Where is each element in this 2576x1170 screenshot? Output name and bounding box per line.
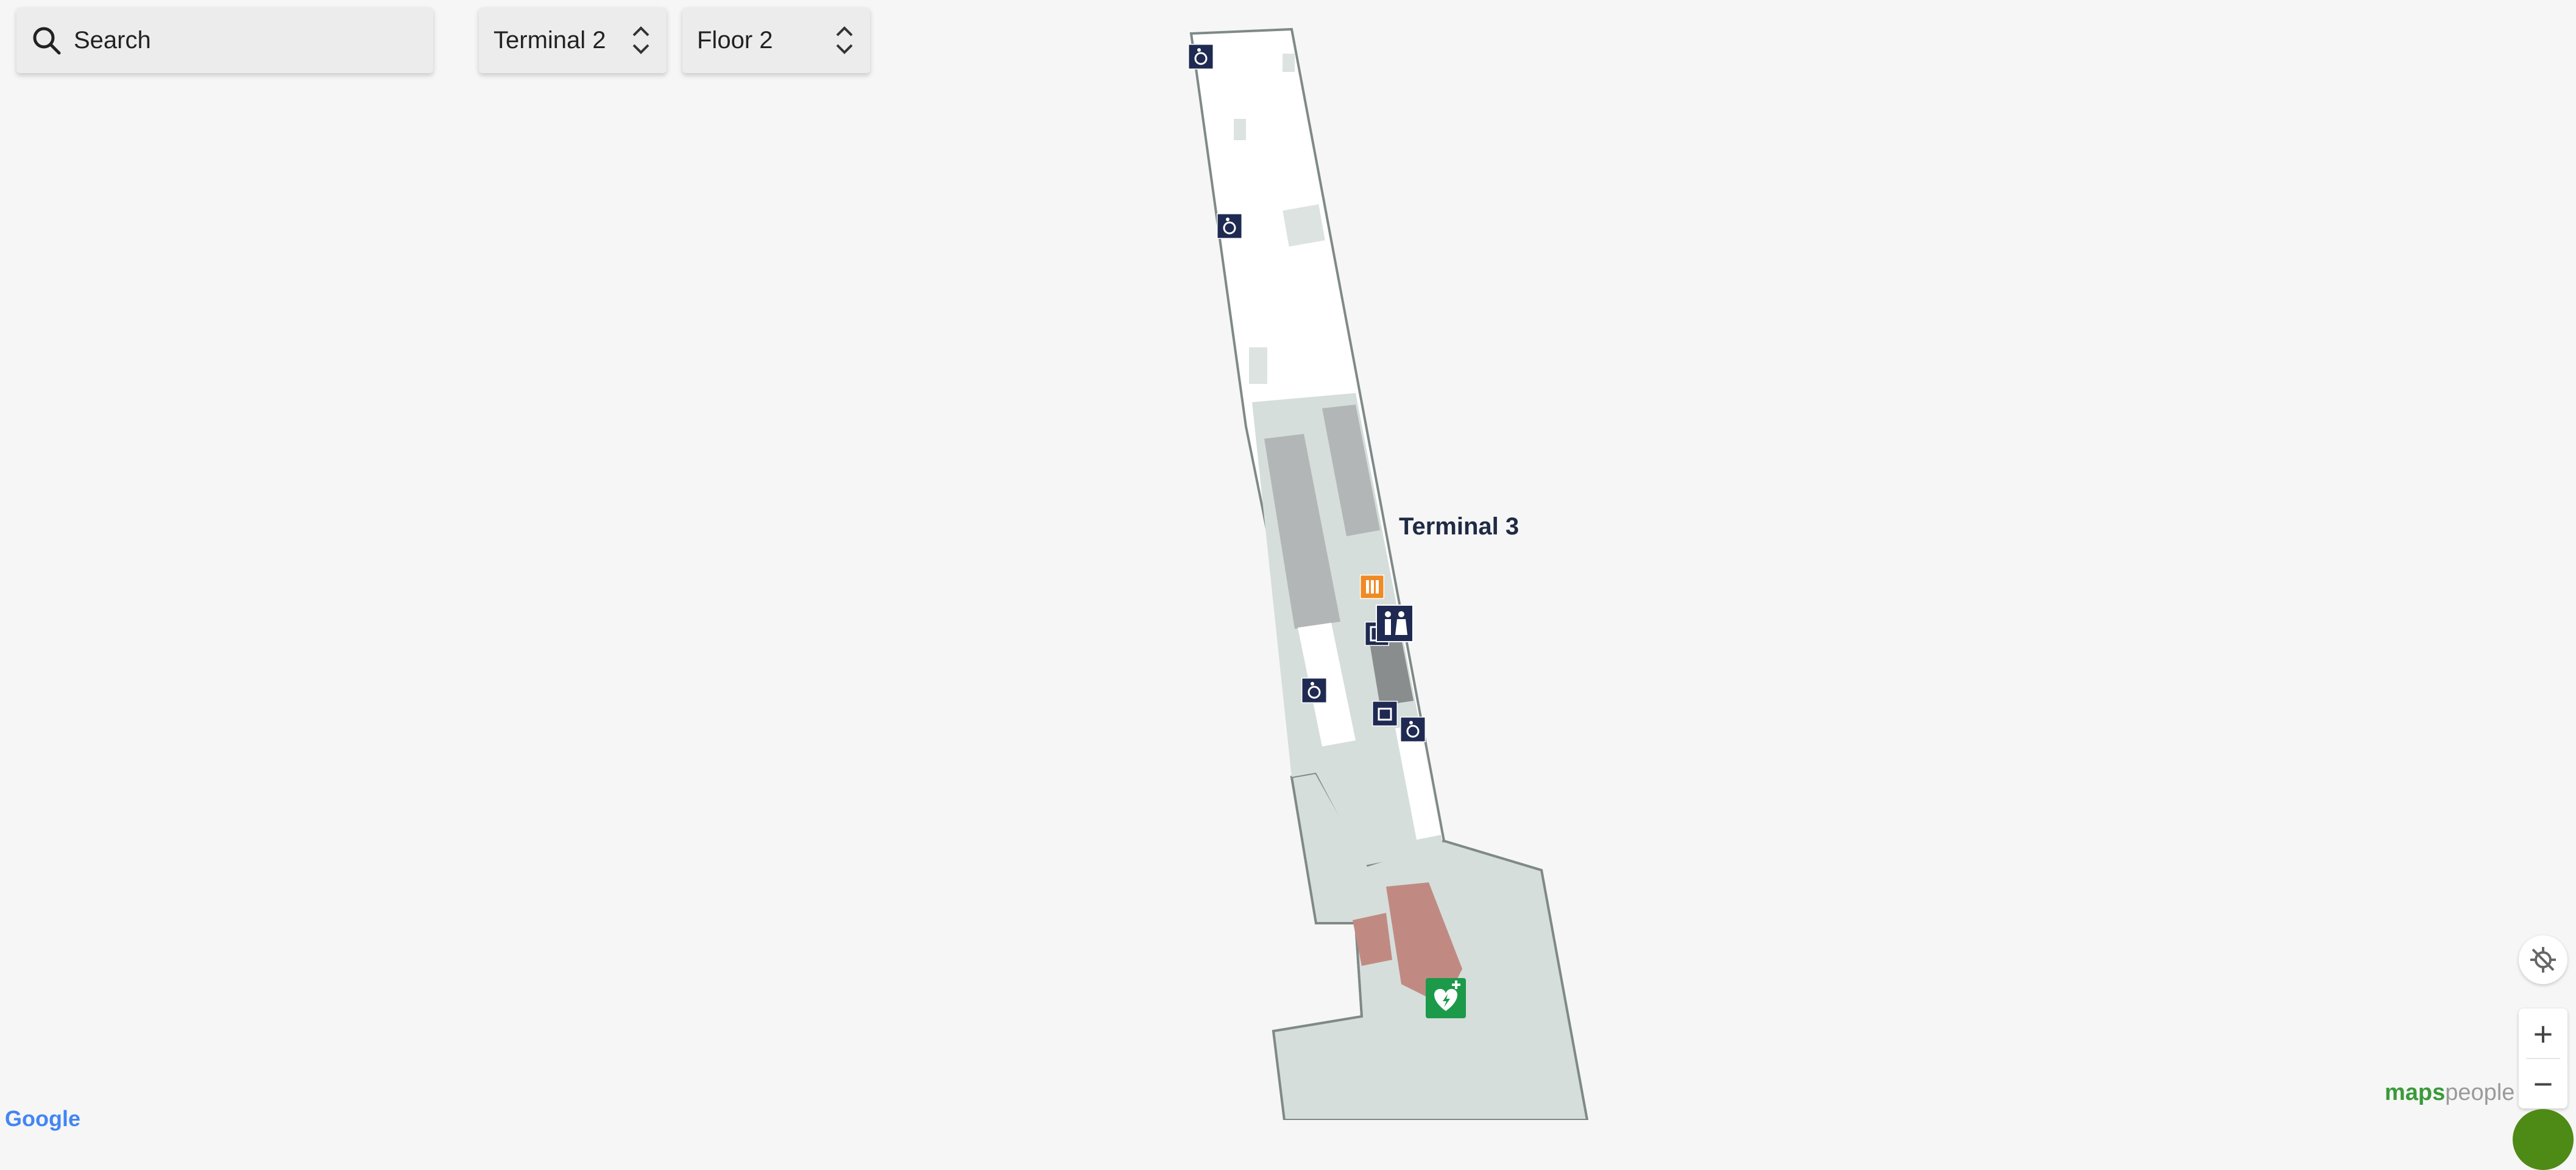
wheelchair-icon[interactable] (1400, 717, 1426, 742)
chevron-up-down-icon (632, 26, 649, 54)
zoom-out-button[interactable]: − (2519, 1058, 2567, 1108)
zoom-in-button[interactable]: + (2519, 1009, 2567, 1058)
luggage-icon[interactable] (1372, 701, 1398, 726)
building-selector[interactable]: Terminal 2 (479, 7, 667, 73)
room-detail (1249, 347, 1267, 384)
room-detail (1234, 119, 1246, 140)
wheelchair-icon[interactable] (1217, 213, 1242, 239)
location-off-icon (2530, 947, 2556, 973)
room-detail (1283, 204, 1325, 247)
restroom-icon[interactable] (1376, 604, 1414, 642)
search-bar[interactable] (16, 7, 433, 73)
aed-icon[interactable] (1426, 978, 1466, 1018)
zoom-control: + − (2519, 1009, 2567, 1108)
floor-selector[interactable]: Floor 2 (682, 7, 870, 73)
chevron-up-down-icon (836, 26, 853, 54)
google-logo: Google (5, 1106, 80, 1131)
terminal-label[interactable]: Terminal 3 (1399, 513, 1519, 541)
recenter-button[interactable] (2519, 935, 2567, 984)
floor-plan (1189, 27, 1589, 1121)
building-selected: Terminal 2 (494, 26, 606, 54)
search-icon (33, 27, 61, 55)
search-input[interactable] (73, 26, 416, 55)
floor-selected: Floor 2 (697, 26, 773, 54)
wheelchair-icon[interactable] (1301, 678, 1327, 703)
map-canvas[interactable] (0, 0, 2576, 1121)
room-detail (1283, 54, 1295, 72)
info-icon[interactable] (1360, 575, 1384, 599)
user-location-button[interactable] (2513, 1109, 2574, 1170)
mapspeople-logo: mapspeople (2385, 1080, 2515, 1105)
wheelchair-icon[interactable] (1188, 44, 1214, 69)
